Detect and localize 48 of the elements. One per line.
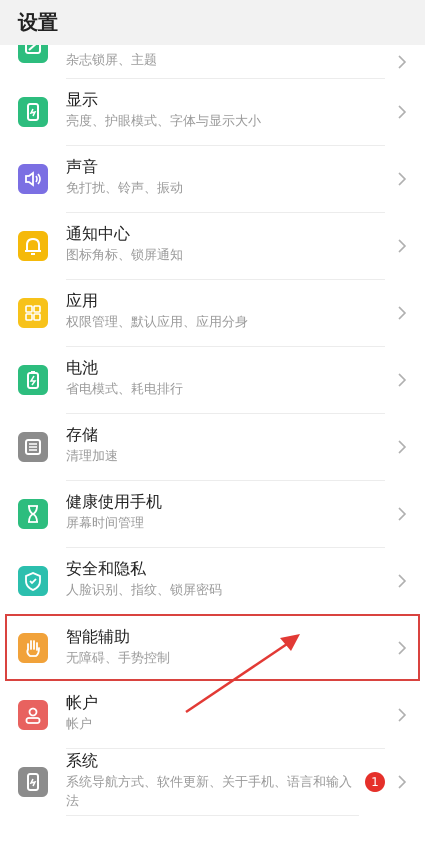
chevron-right-icon: [397, 438, 407, 454]
item-title: 显示: [66, 90, 99, 112]
item-title: 帐户: [66, 693, 99, 714]
chevron-right-icon: [397, 640, 407, 656]
chevron-right-icon: [397, 506, 407, 522]
notification-badge: 1: [365, 772, 385, 792]
settings-item[interactable]: 安全和隐私 人脸识别、指纹、锁屏密码: [0, 547, 425, 614]
settings-item[interactable]: 声音 免打扰、铃声、振动: [0, 145, 425, 212]
settings-item[interactable]: 应用 权限管理、默认应用、应用分身: [0, 279, 425, 346]
item-subtitle: 人脸识别、指纹、锁屏密码: [66, 582, 223, 600]
chevron-right-icon: [397, 372, 407, 388]
settings-item[interactable]: 系统 系统导航方式、软件更新、关于手机、语言和输入法 1: [0, 748, 425, 815]
chevron-right-icon: [397, 104, 407, 120]
settings-item[interactable]: 电池 省电模式、耗电排行: [0, 346, 425, 413]
item-subtitle: 屏幕时间管理: [66, 515, 145, 534]
chevron-right-icon: [397, 774, 407, 790]
item-subtitle: 免打扰、铃声、振动: [66, 180, 184, 198]
item-title: 电池: [66, 358, 99, 380]
item-subtitle: 杂志锁屏、主题: [66, 52, 158, 70]
item-subtitle: 帐户: [66, 716, 93, 734]
item-subtitle: 图标角标、锁屏通知: [66, 247, 184, 266]
item-title: 通知中心: [66, 224, 131, 246]
chevron-right-icon: [397, 706, 407, 722]
settings-item[interactable]: 显示 亮度、护眼模式、字体与显示大小: [0, 78, 425, 145]
settings-item[interactable]: 健康使用手机 屏幕时间管理: [0, 480, 425, 547]
item-title: 系统: [66, 751, 99, 772]
item-subtitle: 亮度、护眼模式、字体与显示大小: [66, 113, 262, 132]
item-subtitle: 无障碍、手势控制: [66, 650, 171, 668]
settings-item[interactable]: 存储 清理加速: [0, 413, 425, 480]
settings-item[interactable]: 通知中心 图标角标、锁屏通知: [0, 212, 425, 279]
item-subtitle: 权限管理、默认应用、应用分身: [66, 314, 249, 332]
chevron-right-icon: [397, 170, 407, 186]
item-title: 健康使用手机: [66, 492, 163, 514]
page-title: 设置: [18, 9, 58, 36]
item-title: 应用: [66, 291, 99, 312]
item-title: 声音: [66, 157, 99, 178]
item-title: 安全和隐私: [66, 559, 147, 580]
settings-item[interactable]: 智能辅助 无障碍、手势控制: [5, 614, 420, 681]
item-title: 存储: [66, 425, 99, 446]
item-title: 智能辅助: [66, 626, 131, 648]
item-subtitle: 系统导航方式、软件更新、关于手机、语言和输入法: [66, 774, 353, 810]
chevron-right-icon: [397, 54, 407, 70]
item-subtitle: 省电模式、耗电排行: [66, 381, 184, 400]
item-subtitle: 清理加速: [66, 448, 119, 466]
chevron-right-icon: [397, 304, 407, 320]
chevron-right-icon: [397, 238, 407, 254]
chevron-right-icon: [397, 572, 407, 588]
settings-item[interactable]: 帐户 帐户: [0, 681, 425, 748]
